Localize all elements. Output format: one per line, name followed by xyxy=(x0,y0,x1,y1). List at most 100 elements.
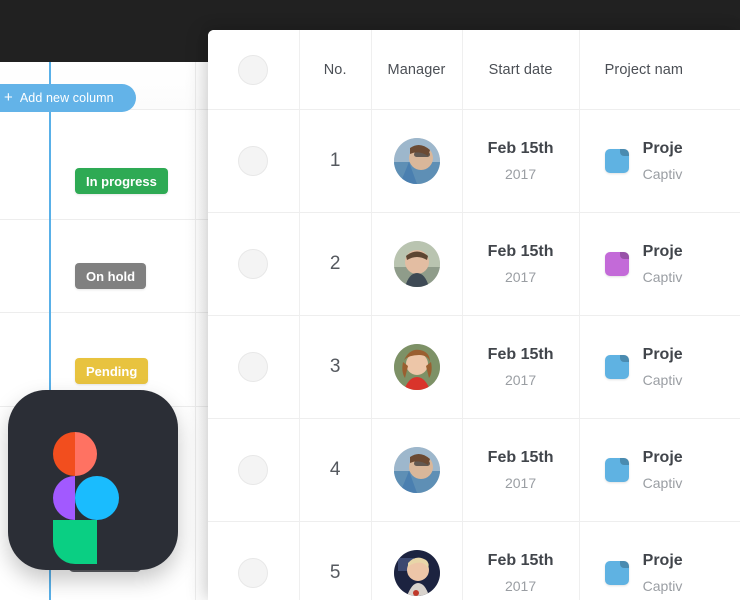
project-name: Proje xyxy=(642,448,683,466)
figma-green-shape xyxy=(53,520,97,564)
date-stack: Feb 15th 2017 xyxy=(488,448,554,493)
date-main: Feb 15th xyxy=(487,242,554,260)
avatar[interactable] xyxy=(393,447,440,493)
plus-icon: + xyxy=(4,89,13,106)
checkbox-circle-icon[interactable] xyxy=(238,558,269,588)
project-name: Proje xyxy=(642,139,683,157)
row-no-cell: 5 xyxy=(300,522,372,600)
project-name: Proje xyxy=(642,551,683,569)
avatar[interactable] xyxy=(393,344,440,390)
board-row-divider xyxy=(0,219,208,220)
status-badge-label: In progress xyxy=(86,173,157,189)
folder-icon xyxy=(604,149,629,173)
add-new-column-label: Add new column xyxy=(19,91,114,105)
figma-app-icon[interactable] xyxy=(8,390,178,570)
checkbox-circle-icon[interactable] xyxy=(238,146,269,176)
folder-tab xyxy=(619,149,629,156)
project-wrapper: Proje Captiv xyxy=(604,242,683,287)
header-label-no: No. xyxy=(323,61,347,78)
row-start-date-cell: Feb 15th 2017 xyxy=(463,522,580,600)
folder-tab xyxy=(619,561,629,568)
row-select-cell[interactable] xyxy=(208,316,300,418)
row-manager-cell xyxy=(372,213,463,315)
status-badge[interactable]: On hold xyxy=(75,263,147,289)
date-stack: Feb 15th 2017 xyxy=(488,139,554,184)
folder-tab xyxy=(619,355,629,362)
table-header-row: No. Manager Start date Project nam xyxy=(208,30,740,109)
folder-tab xyxy=(619,252,629,259)
row-no-cell: 2 xyxy=(300,213,372,315)
row-select-cell[interactable] xyxy=(208,419,300,521)
folder-icon xyxy=(604,561,629,585)
row-start-date-cell: Feb 15th 2017 xyxy=(463,316,580,418)
status-badge-label: On hold xyxy=(86,268,136,284)
row-start-date-cell: Feb 15th 2017 xyxy=(463,213,580,315)
project-wrapper: Proje Captiv xyxy=(604,139,683,184)
header-label-start-date: Start date xyxy=(488,61,553,78)
header-cell-manager[interactable]: Manager xyxy=(372,30,463,109)
row-manager-cell xyxy=(372,522,463,600)
header-cell-project-name[interactable]: Project nam xyxy=(580,30,740,109)
project-text: Proje Captiv xyxy=(643,345,683,390)
date-main: Feb 15th xyxy=(487,139,554,157)
row-select-cell[interactable] xyxy=(208,110,300,212)
checkbox-circle-icon[interactable] xyxy=(238,455,269,485)
row-manager-cell xyxy=(372,419,463,521)
row-project-cell: Proje Captiv xyxy=(580,522,740,600)
row-select-cell[interactable] xyxy=(208,522,300,600)
board-column-divider xyxy=(195,62,196,600)
avatar[interactable] xyxy=(393,138,440,184)
figma-blue-circle-shape xyxy=(75,476,119,520)
project-subtitle: Captiv xyxy=(642,577,683,594)
header-cell-start-date[interactable]: Start date xyxy=(463,30,580,109)
figma-orange-right-shape xyxy=(75,432,97,476)
projects-table-panel: No. Manager Start date Project nam 1 Feb… xyxy=(208,30,740,600)
project-subtitle: Captiv xyxy=(642,268,683,285)
table-row[interactable]: 5 Feb 15th 2017 Proje Captiv xyxy=(208,521,740,600)
checkbox-circle-icon[interactable] xyxy=(238,54,269,85)
table-row[interactable]: 4 Feb 15th 2017 Proje Captiv xyxy=(208,418,740,521)
date-stack: Feb 15th 2017 xyxy=(488,242,554,287)
folder-icon xyxy=(604,355,629,379)
checkbox-circle-icon[interactable] xyxy=(238,352,269,382)
header-label-manager: Manager xyxy=(387,61,446,78)
row-number: 1 xyxy=(329,150,341,171)
status-badge[interactable]: Pending xyxy=(75,358,149,384)
header-cell-select[interactable] xyxy=(208,30,300,109)
date-stack: Feb 15th 2017 xyxy=(488,551,554,596)
project-subtitle: Captiv xyxy=(642,474,683,491)
row-select-cell[interactable] xyxy=(208,213,300,315)
header-cell-no[interactable]: No. xyxy=(300,30,372,109)
project-name: Proje xyxy=(642,345,683,363)
avatar[interactable] xyxy=(393,550,440,596)
date-year: 2017 xyxy=(504,371,537,388)
project-text: Proje Captiv xyxy=(643,551,683,596)
status-badge[interactable]: In progress xyxy=(75,168,168,194)
avatar[interactable] xyxy=(393,241,440,287)
date-year: 2017 xyxy=(504,165,537,182)
table-row[interactable]: 3 Feb 15th 2017 Proje Captiv xyxy=(208,315,740,418)
row-no-cell: 1 xyxy=(300,110,372,212)
row-manager-cell xyxy=(372,316,463,418)
date-stack: Feb 15th 2017 xyxy=(488,345,554,390)
figma-purple-shape xyxy=(53,476,75,520)
project-text: Proje Captiv xyxy=(643,139,683,184)
row-start-date-cell: Feb 15th 2017 xyxy=(463,419,580,521)
checkbox-circle-icon[interactable] xyxy=(238,249,269,279)
date-main: Feb 15th xyxy=(487,551,554,569)
project-text: Proje Captiv xyxy=(643,448,683,493)
project-wrapper: Proje Captiv xyxy=(604,551,683,596)
table-row[interactable]: 1 Feb 15th 2017 Proje Captiv xyxy=(208,109,740,212)
row-start-date-cell: Feb 15th 2017 xyxy=(463,110,580,212)
folder-icon xyxy=(604,252,629,276)
status-badge-label: Pending xyxy=(86,363,138,379)
row-number: 4 xyxy=(329,459,341,480)
add-new-column-button[interactable]: + Add new column xyxy=(0,84,136,112)
date-year: 2017 xyxy=(504,577,537,594)
folder-icon xyxy=(604,458,629,482)
board-row-divider xyxy=(0,312,208,313)
folder-tab xyxy=(619,458,629,465)
row-project-cell: Proje Captiv xyxy=(580,110,740,212)
table-row[interactable]: 2 Feb 15th 2017 Proje Captiv xyxy=(208,212,740,315)
date-year: 2017 xyxy=(504,268,537,285)
